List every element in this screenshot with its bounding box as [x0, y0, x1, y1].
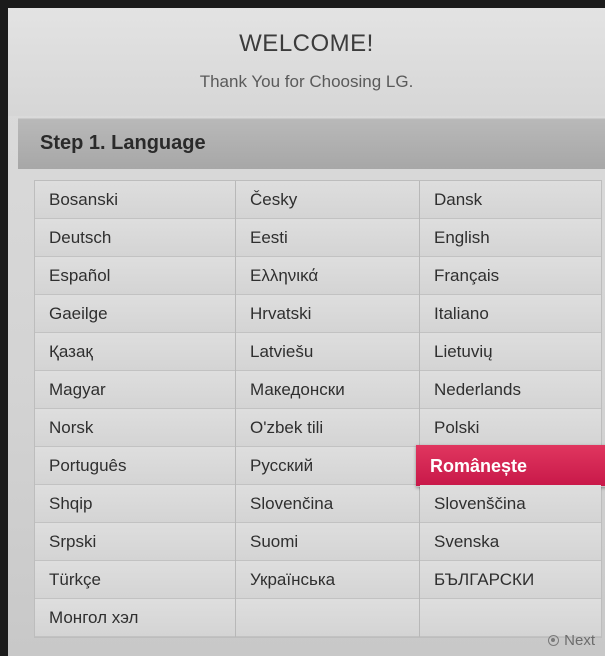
language-option[interactable]: Українська [236, 561, 419, 599]
circle-button-icon [548, 635, 560, 646]
language-option[interactable]: Magyar [35, 371, 235, 409]
language-option[interactable]: Lietuvių [420, 333, 601, 371]
language-option[interactable]: Ελληνικά [236, 257, 419, 295]
language-option[interactable]: Česky [236, 181, 419, 219]
language-option[interactable]: Türkçe [35, 561, 235, 599]
language-option[interactable]: Eesti [236, 219, 419, 257]
language-option[interactable]: Português [35, 447, 235, 485]
language-option[interactable]: Deutsch [35, 219, 235, 257]
language-option[interactable]: Latviešu [236, 333, 419, 371]
page-title: WELCOME! [239, 30, 374, 57]
language-option[interactable]: Bosanski [35, 181, 235, 219]
language-option[interactable]: Italiano [420, 295, 601, 333]
language-column-1: Bosanski Deutsch Español Gaeilge Қазақ Magyar… [35, 181, 236, 637]
language-option[interactable]: Shqip [35, 485, 235, 523]
language-option[interactable]: Español [35, 257, 235, 295]
language-grid: Bosanski Deutsch Español Gaeilge Қазақ Magyar… [34, 180, 605, 638]
tv-screen: WELCOME! Thank You for Choosing LG. Step… [8, 8, 605, 656]
language-option[interactable]: Srpski [35, 523, 235, 561]
language-option[interactable]: Қазақ [35, 333, 235, 371]
language-option[interactable]: Русский [236, 447, 419, 485]
language-option[interactable]: Slovenčina [236, 485, 419, 523]
welcome-header: WELCOME! Thank You for Choosing LG. [8, 8, 605, 116]
footer: Next [8, 630, 605, 656]
language-option[interactable]: Polski [420, 409, 601, 447]
language-option[interactable]: Svenska [420, 523, 601, 561]
language-option[interactable]: Slovenščina [420, 485, 601, 523]
language-option[interactable]: БЪЛГАРСКИ [420, 561, 601, 599]
language-option[interactable]: Македонски [236, 371, 419, 409]
language-option[interactable]: Norsk [35, 409, 235, 447]
language-option[interactable]: Hrvatski [236, 295, 419, 333]
language-option[interactable]: Français [420, 257, 601, 295]
next-button[interactable]: Next [548, 632, 595, 649]
step-bar: Step 1. Language [18, 118, 605, 169]
language-option[interactable]: Gaeilge [35, 295, 235, 333]
page-subtitle: Thank You for Choosing LG. [199, 72, 414, 91]
language-option[interactable]: Suomi [236, 523, 419, 561]
language-column-3: Dansk English Français Italiano Lietuvių Nede… [416, 181, 605, 637]
language-option[interactable]: Dansk [420, 181, 601, 219]
step-title: Step 1. Language [40, 132, 206, 154]
next-label: Next [564, 632, 595, 649]
language-option[interactable]: English [420, 219, 601, 257]
language-option[interactable]: O'zbek tili [236, 409, 419, 447]
language-option-selected[interactable]: Românește [416, 445, 605, 487]
language-option[interactable]: Nederlands [420, 371, 601, 409]
language-column-2: Česky Eesti Ελληνικά Hrvatski Latviešu Македо… [236, 181, 420, 637]
